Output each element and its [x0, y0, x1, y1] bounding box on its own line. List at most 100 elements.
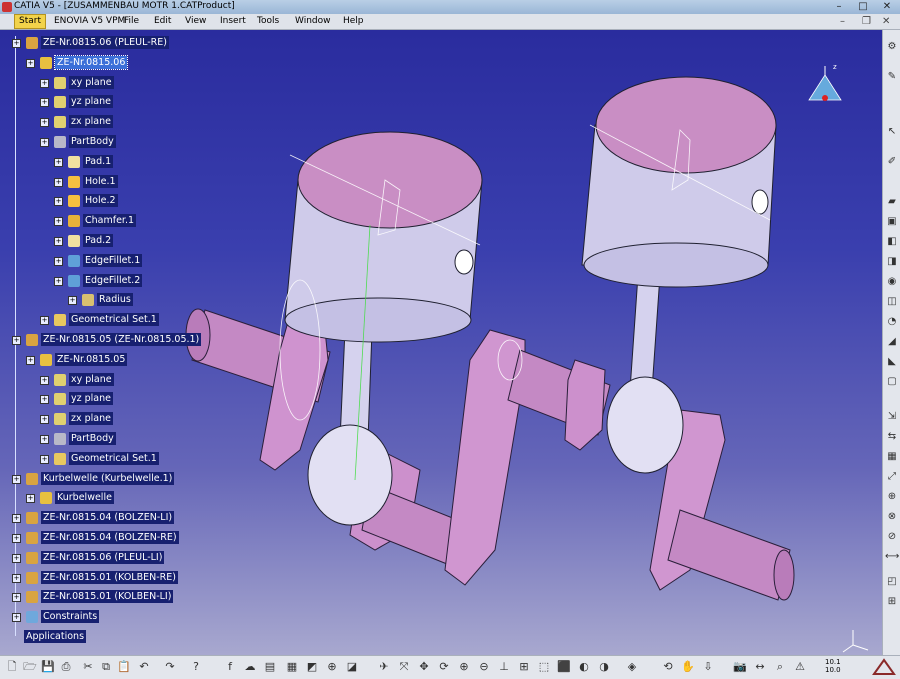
- new-icon[interactable]: 🗋: [4, 659, 20, 675]
- tree-node-label[interactable]: ZE-Nr.0815.04 (BOLZEN-LI): [41, 511, 175, 525]
- snap-to-icon[interactable]: ⇩: [700, 659, 716, 675]
- tree-expand-toggle[interactable]: +: [40, 395, 49, 405]
- tree-node-label[interactable]: Hole.2: [83, 194, 118, 208]
- tree-node-label[interactable]: Kurbelwelle (Kurbelwelle.1): [41, 471, 175, 485]
- tree-expand-toggle[interactable]: +: [26, 58, 35, 68]
- tree-node-label[interactable]: Geometrical Set.1: [69, 313, 159, 327]
- analysis-icon[interactable]: ◰: [885, 575, 899, 589]
- tree-expand-toggle[interactable]: +: [54, 237, 63, 246]
- tree-expand-toggle[interactable]: +: [54, 197, 63, 207]
- close-button[interactable]: ✕: [876, 1, 898, 13]
- apply-material-icon[interactable]: ◈: [624, 659, 640, 675]
- redo-icon[interactable]: ↷: [162, 659, 178, 675]
- tree-expand-toggle[interactable]: +: [68, 296, 77, 306]
- zoom-out-icon[interactable]: ⊖: [476, 659, 492, 675]
- tree-expand-toggle[interactable]: +: [40, 118, 49, 128]
- sketch-icon[interactable]: ✎: [885, 70, 899, 84]
- tree-node-label[interactable]: zx plane: [69, 412, 113, 426]
- tree-expand-toggle[interactable]: +: [12, 553, 21, 563]
- pan-icon[interactable]: ✥: [416, 659, 432, 675]
- menu-help[interactable]: Help: [343, 15, 364, 28]
- tree-node-label[interactable]: Hole.1: [83, 174, 118, 188]
- tree-node-label[interactable]: ZE-Nr.0815.06 (PLEUL-RE): [41, 36, 169, 49]
- tree-expand-toggle[interactable]: +: [40, 435, 49, 444]
- pattern-icon[interactable]: ▦: [885, 450, 899, 464]
- tree-node-label[interactable]: ZE-Nr.0815.04 (BOLZEN-RE): [41, 531, 179, 544]
- tree-expand-toggle[interactable]: +: [40, 415, 49, 425]
- pad-icon[interactable]: ▰: [885, 195, 899, 209]
- tree-expand-toggle[interactable]: +: [12, 336, 21, 345]
- tree-node-label[interactable]: Constraints: [41, 610, 100, 624]
- multi-view-icon[interactable]: ⊞: [516, 659, 532, 675]
- tree-expand-toggle[interactable]: +: [12, 573, 21, 583]
- menu-edit[interactable]: Edit: [154, 15, 171, 28]
- tree-node-label[interactable]: PartBody: [69, 135, 116, 148]
- knowledge-icon[interactable]: ☁: [242, 659, 258, 675]
- doc-close-button[interactable]: ✕: [882, 15, 890, 28]
- shell-icon[interactable]: ▢: [885, 375, 899, 389]
- doc-restore-button[interactable]: ❐: [862, 15, 871, 28]
- chamfer-icon[interactable]: ◢: [885, 335, 899, 349]
- fit-all-icon[interactable]: ⤧: [396, 659, 412, 675]
- cut-icon[interactable]: ✂: [80, 659, 96, 675]
- assemble-icon[interactable]: ⊗: [885, 510, 899, 524]
- tree-node-label[interactable]: ZE-Nr.0815.05 (ZE-Nr.0815.05.1): [41, 333, 202, 346]
- tree-expand-toggle[interactable]: +: [12, 613, 21, 623]
- tree-expand-toggle[interactable]: +: [40, 316, 49, 326]
- print-icon[interactable]: ⎙: [58, 659, 74, 675]
- groove-icon[interactable]: ◨: [885, 255, 899, 269]
- measure-between-icon[interactable]: ↔: [752, 659, 768, 675]
- paste-icon[interactable]: 📋: [116, 659, 132, 675]
- zoom-in-icon[interactable]: ⊕: [456, 659, 472, 675]
- menu-window[interactable]: Window: [295, 15, 331, 28]
- settings-icon[interactable]: ⚙: [885, 40, 899, 54]
- tree-node-label[interactable]: EdgeFillet.2: [83, 273, 143, 287]
- minimize-button[interactable]: –: [828, 1, 850, 13]
- hide-show-icon[interactable]: ◐: [576, 659, 592, 675]
- shaft-icon[interactable]: ◧: [885, 235, 899, 249]
- tree-expand-toggle[interactable]: +: [12, 593, 21, 603]
- tree-node-label[interactable]: yz plane: [69, 95, 113, 109]
- tree-node-label[interactable]: ZE-Nr.0815.05: [55, 352, 128, 366]
- tree-expand-toggle[interactable]: +: [12, 534, 21, 543]
- tree-node-label[interactable]: ZE-Nr.0815.01 (KOLBEN-RE): [41, 570, 178, 584]
- menu-tools[interactable]: Tools: [257, 15, 279, 28]
- whats-this-icon[interactable]: ?: [188, 659, 204, 675]
- tree-node-label[interactable]: Geometrical Set.1: [69, 451, 159, 465]
- iso-view-icon[interactable]: ⬚: [536, 659, 552, 675]
- tree-node-label[interactable]: zx plane: [69, 115, 113, 129]
- tree-expand-toggle[interactable]: +: [54, 276, 63, 286]
- undo-icon[interactable]: ↶: [136, 659, 152, 675]
- menu-view[interactable]: View: [185, 15, 206, 28]
- tree-expand-toggle[interactable]: +: [12, 39, 21, 48]
- tree-node-label[interactable]: Chamfer.1: [83, 214, 137, 228]
- normal-view-icon[interactable]: ⊥: [496, 659, 512, 675]
- tree-expand-toggle[interactable]: +: [12, 474, 21, 484]
- swap-space-icon[interactable]: ◑: [596, 659, 612, 675]
- snap-icon[interactable]: ⊕: [324, 659, 340, 675]
- tree-expand-toggle[interactable]: +: [26, 494, 35, 504]
- menu-file[interactable]: File: [124, 15, 139, 28]
- render-icon[interactable]: ◪: [344, 659, 360, 675]
- tree-expand-toggle[interactable]: +: [40, 98, 49, 108]
- manipulate-icon[interactable]: ✋: [680, 659, 696, 675]
- tree-expand-toggle[interactable]: +: [40, 454, 49, 464]
- mirror-icon[interactable]: ⇆: [885, 430, 899, 444]
- hole-icon[interactable]: ◉: [885, 275, 899, 289]
- fly-mode-icon[interactable]: ✈: [376, 659, 392, 675]
- tree-expand-toggle[interactable]: +: [26, 355, 35, 365]
- catalog-icon[interactable]: ▤: [262, 659, 278, 675]
- specification-tree[interactable]: + ZE-Nr.0815.06 (PLEUL-RE) + ZE-Nr.0815.06 +…: [0, 30, 202, 650]
- boolean-icon[interactable]: ⊕: [885, 490, 899, 504]
- grid-icon[interactable]: ▦: [284, 659, 300, 675]
- tree-node-label[interactable]: ZE-Nr.0815.06 (PLEUL-LI): [41, 550, 165, 564]
- tree-expand-toggle[interactable]: +: [54, 177, 63, 187]
- tree-expand-toggle[interactable]: +: [40, 375, 49, 385]
- tree-expand-toggle[interactable]: +: [40, 138, 49, 147]
- copy-icon[interactable]: ⧉: [98, 659, 114, 675]
- doc-minimize-button[interactable]: –: [840, 15, 845, 28]
- tree-node-label[interactable]: Pad.2: [83, 234, 114, 247]
- tree-node-label[interactable]: xy plane: [69, 75, 114, 89]
- tree-node-label[interactable]: Pad.1: [83, 154, 114, 168]
- menu-start[interactable]: Start: [14, 14, 46, 29]
